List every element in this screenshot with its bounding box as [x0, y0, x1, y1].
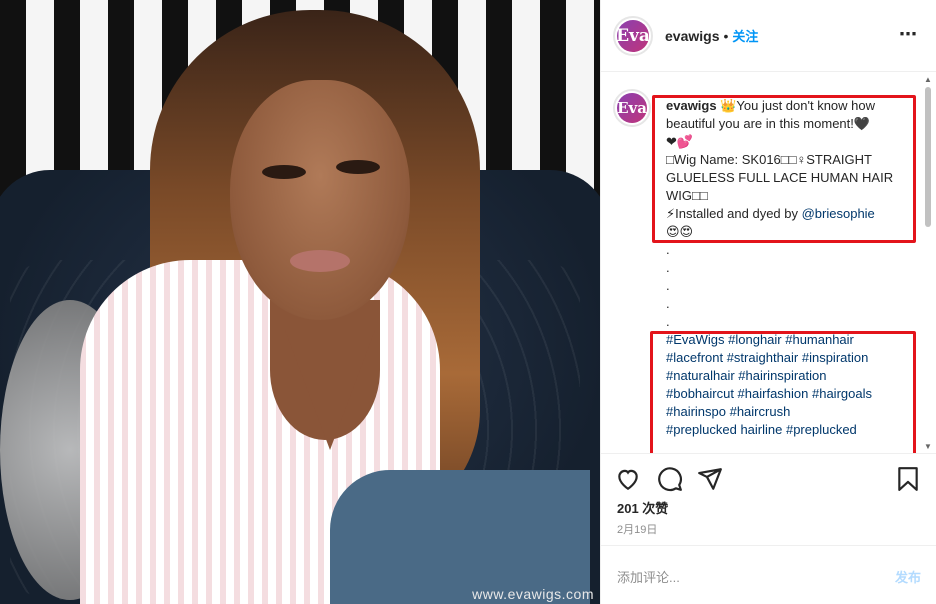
left-eye — [262, 165, 306, 179]
right-eye — [336, 160, 380, 174]
model-face — [230, 80, 410, 320]
jeans — [330, 470, 590, 604]
header-avatar[interactable]: Eva — [613, 15, 653, 56]
action-bar — [601, 453, 936, 501]
share-icon[interactable] — [697, 466, 723, 492]
eva-logo: Eva — [616, 19, 650, 52]
photo-watermark: www.evawigs.com — [472, 586, 594, 602]
heart-icon[interactable] — [615, 466, 641, 492]
highlight-box-description — [652, 95, 916, 243]
caption-scrollbar[interactable]: ▲ ▼ — [922, 73, 934, 453]
scroll-up-icon[interactable]: ▲ — [924, 75, 932, 84]
instagram-post-window: www.evawigs.com Eva evawigs • 关注 ⋯ Eva e… — [0, 0, 936, 604]
dot-line: . — [666, 242, 670, 257]
lips — [290, 250, 350, 272]
post-date: 2月19日 — [617, 524, 658, 536]
dot-line: . — [666, 314, 670, 329]
scroll-down-icon[interactable]: ▼ — [924, 442, 932, 451]
dot-line: . — [666, 278, 670, 293]
caption-avatar[interactable]: Eva — [613, 89, 651, 127]
follow-button[interactable]: 关注 — [732, 26, 758, 45]
caption-area: Eva evawigs 👑You just don't know how bea… — [601, 73, 921, 453]
more-options-icon[interactable]: ⋯ — [899, 24, 918, 45]
header-separator: • — [723, 27, 729, 44]
bookmark-icon[interactable] — [895, 466, 921, 492]
dot-line: . — [666, 260, 670, 275]
header-username[interactable]: evawigs — [665, 28, 719, 44]
post-header: Eva evawigs • 关注 ⋯ — [601, 0, 936, 72]
comment-icon[interactable] — [657, 466, 683, 492]
highlight-box-hashtags — [650, 331, 916, 453]
comment-box: 添加评论... 发布 — [601, 545, 936, 604]
caption-dots: . . . . . — [666, 241, 916, 331]
eva-logo-small: Eva — [617, 93, 647, 123]
dot-line: . — [666, 296, 670, 311]
caption-avatar-wrap: Eva — [613, 89, 651, 127]
comment-input[interactable]: 添加评论... — [617, 567, 680, 586]
scroll-thumb[interactable] — [925, 87, 931, 227]
post-comment-button[interactable]: 发布 — [895, 567, 921, 586]
post-photo[interactable]: www.evawigs.com — [0, 0, 600, 604]
likes-count[interactable]: 201 次赞 — [617, 498, 668, 517]
post-side-panel: Eva evawigs • 关注 ⋯ Eva evawigs 👑You just… — [600, 0, 936, 604]
